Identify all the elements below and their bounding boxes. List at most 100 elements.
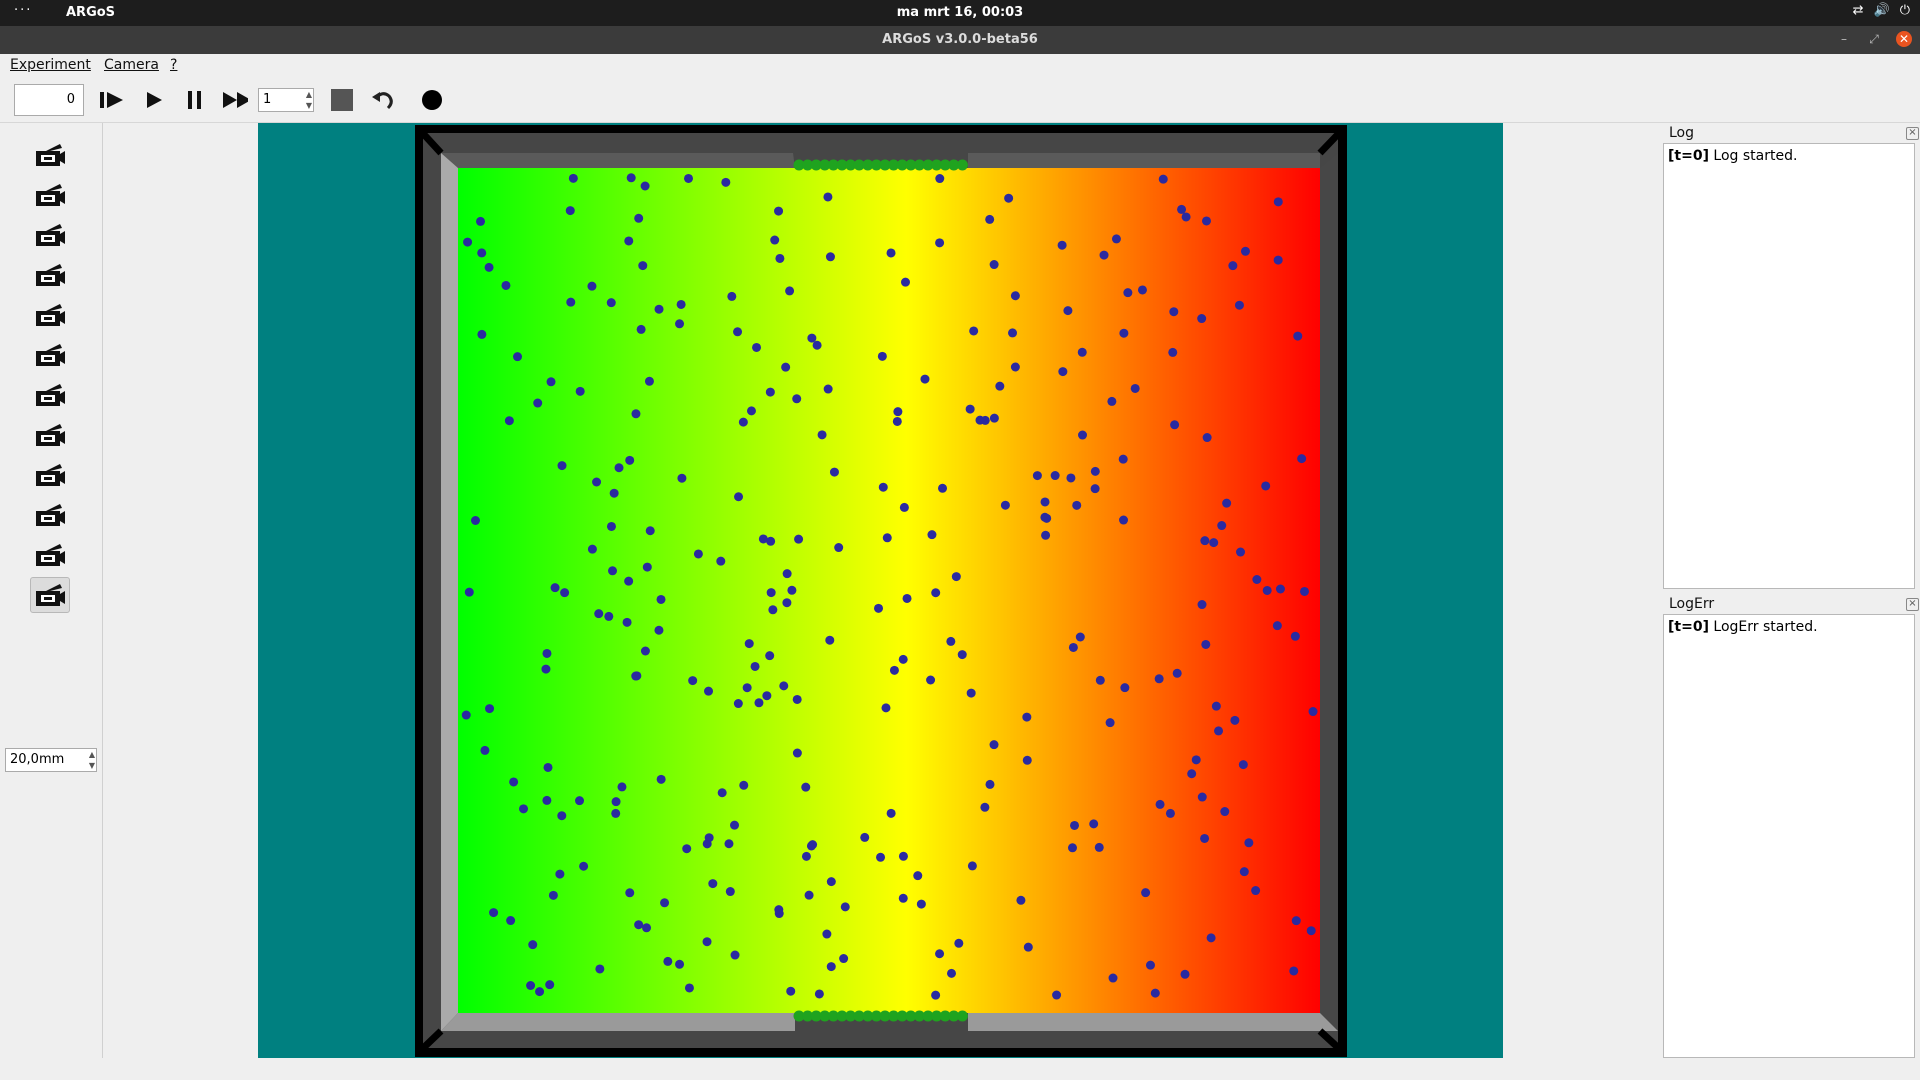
foot-bot-robot bbox=[1300, 586, 1310, 596]
camera-7-button[interactable] bbox=[30, 377, 70, 413]
foot-bot-robot bbox=[886, 248, 896, 258]
speed-spinbox[interactable]: 1 ▲ ▼ bbox=[258, 88, 314, 112]
foot-bot-robot bbox=[533, 398, 543, 408]
pause-button[interactable] bbox=[182, 87, 208, 113]
foot-bot-robot bbox=[916, 899, 926, 909]
foot-bot-robot bbox=[1197, 792, 1207, 802]
focal-length-spinbox[interactable]: 20,0mm ▲ ▼ bbox=[5, 748, 97, 772]
foot-bot-robot bbox=[631, 671, 641, 681]
foot-bot-robot bbox=[640, 646, 650, 656]
logerr-close-icon[interactable]: × bbox=[1906, 598, 1919, 611]
menu-experiment[interactable]: Experiment bbox=[10, 57, 91, 73]
camera-4-button[interactable] bbox=[30, 257, 70, 293]
play-button[interactable] bbox=[141, 87, 167, 113]
logerr-title: LogErr bbox=[1669, 596, 1715, 612]
foot-bot-robot bbox=[730, 950, 740, 960]
foot-bot-robot bbox=[1010, 362, 1020, 372]
volume-icon[interactable]: 🔊 bbox=[1874, 3, 1890, 18]
menu-camera[interactable]: Camera bbox=[104, 57, 159, 73]
minimize-button[interactable]: – bbox=[1836, 31, 1852, 47]
foot-bot-robot bbox=[1089, 819, 1099, 829]
foot-bot-robot bbox=[677, 473, 687, 483]
camera-icon bbox=[36, 224, 65, 246]
nest-robot bbox=[956, 159, 968, 171]
foot-bot-robot bbox=[893, 407, 903, 417]
foot-bot-robot bbox=[965, 404, 975, 414]
log-timestamp: [t=0] bbox=[1668, 148, 1709, 164]
camera-9-button[interactable] bbox=[30, 457, 70, 493]
camera-icon bbox=[36, 464, 65, 486]
foot-bot-robot bbox=[947, 968, 957, 978]
foot-bot-robot bbox=[839, 954, 849, 964]
record-button[interactable] bbox=[419, 87, 445, 113]
foot-bot-robot bbox=[702, 839, 712, 849]
foot-bot-robot bbox=[834, 543, 844, 553]
camera-5-button[interactable] bbox=[30, 297, 70, 333]
camera-12-button[interactable] bbox=[30, 577, 70, 613]
foot-bot-robot bbox=[542, 648, 552, 658]
camera-1-button[interactable] bbox=[30, 137, 70, 173]
foot-bot-robot bbox=[1068, 642, 1078, 652]
log-close-icon[interactable]: × bbox=[1906, 127, 1919, 140]
foot-bot-robot bbox=[1099, 250, 1109, 260]
foot-bot-robot bbox=[826, 877, 836, 887]
camera-3-button[interactable] bbox=[30, 217, 70, 253]
foot-bot-robot bbox=[739, 780, 749, 790]
close-button[interactable]: ✕ bbox=[1896, 31, 1912, 47]
fast-forward-button[interactable] bbox=[222, 87, 248, 113]
foot-bot-robot bbox=[1052, 990, 1062, 1000]
foot-bot-robot bbox=[825, 252, 835, 262]
foot-bot-robot bbox=[730, 820, 740, 830]
foot-bot-robot bbox=[526, 981, 536, 991]
spin-arrows-icon[interactable]: ▲ ▼ bbox=[306, 89, 312, 111]
window-title-bar: ARGoS v3.0.0-beta56 – ⤢ ✕ bbox=[0, 26, 1920, 54]
camera-10-button[interactable] bbox=[30, 497, 70, 533]
foot-bot-robot bbox=[642, 923, 652, 933]
foot-bot-robot bbox=[1202, 433, 1212, 443]
maximize-button[interactable]: ⤢ bbox=[1866, 31, 1882, 47]
foot-bot-robot bbox=[636, 324, 646, 334]
spin-arrows-icon[interactable]: ▲ ▼ bbox=[89, 749, 95, 771]
foot-bot-robot bbox=[782, 598, 792, 608]
camera-icon bbox=[36, 264, 65, 286]
foot-bot-robot bbox=[881, 703, 891, 713]
menu-help[interactable]: ? bbox=[170, 57, 177, 73]
camera-8-button[interactable] bbox=[30, 417, 70, 453]
network-icon[interactable]: ⇄ bbox=[1853, 3, 1864, 18]
step-button[interactable] bbox=[99, 87, 125, 113]
system-top-bar: ··· ARGoS ma mrt 16, 00:03 ⇄ 🔊 ⏻ bbox=[0, 0, 1920, 26]
foot-bot-robot bbox=[1200, 833, 1210, 843]
clock[interactable]: ma mrt 16, 00:03 bbox=[0, 5, 1920, 20]
power-icon[interactable]: ⏻ bbox=[1900, 3, 1910, 18]
foot-bot-robot bbox=[566, 297, 576, 307]
left-wall bbox=[441, 153, 458, 1031]
camera-2-button[interactable] bbox=[30, 177, 70, 213]
log-message: Log started. bbox=[1708, 148, 1798, 164]
foot-bot-robot bbox=[920, 374, 930, 384]
reset-button[interactable] bbox=[370, 87, 396, 113]
camera-6-button[interactable] bbox=[30, 337, 70, 373]
foot-bot-robot bbox=[535, 987, 545, 997]
foot-bot-robot bbox=[476, 216, 486, 226]
foot-bot-robot bbox=[1077, 347, 1087, 357]
foot-bot-robot bbox=[898, 851, 908, 861]
foot-bot-robot bbox=[775, 253, 785, 263]
foot-bot-robot bbox=[1168, 347, 1178, 357]
foot-bot-robot bbox=[995, 381, 1005, 391]
log-panel[interactable]: [t=0] Log started. bbox=[1663, 143, 1915, 589]
foot-bot-robot bbox=[477, 329, 487, 339]
simulation-viewport[interactable] bbox=[258, 123, 1503, 1058]
arena-floor bbox=[458, 168, 1320, 1013]
foot-bot-robot bbox=[506, 916, 516, 926]
foot-bot-robot bbox=[931, 990, 941, 1000]
camera-11-button[interactable] bbox=[30, 537, 70, 573]
foot-bot-robot bbox=[543, 762, 553, 772]
foot-bot-robot bbox=[744, 639, 754, 649]
foot-bot-robot bbox=[1022, 755, 1032, 765]
camera-icon bbox=[36, 584, 65, 606]
nest-robot bbox=[956, 1010, 968, 1022]
foot-bot-robot bbox=[644, 376, 654, 386]
stop-button[interactable] bbox=[329, 87, 355, 113]
logerr-panel[interactable]: [t=0] LogErr started. bbox=[1663, 614, 1915, 1058]
foot-bot-robot bbox=[702, 937, 712, 947]
